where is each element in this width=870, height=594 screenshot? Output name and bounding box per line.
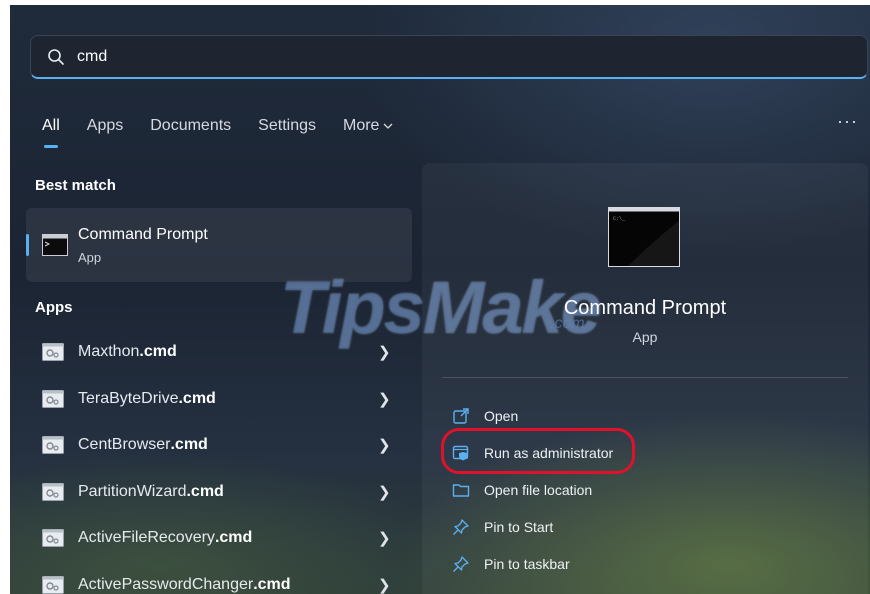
list-item[interactable]: PartitionWizard.cmd ❯: [26, 473, 412, 513]
list-item-extension: .cmd: [253, 575, 291, 593]
svg-text:C:\_: C:\_: [613, 216, 626, 222]
script-file-icon: [42, 343, 64, 361]
list-item-label: CentBrowser.cmd: [78, 436, 208, 454]
list-item-label: TeraByteDrive.cmd: [78, 390, 216, 408]
pin-icon: [453, 556, 469, 572]
detail-type: App: [632, 329, 658, 345]
list-item-name: TeraByteDrive: [78, 389, 179, 407]
search-input[interactable]: [75, 46, 779, 67]
tab-all[interactable]: All: [42, 117, 60, 148]
command-prompt-large-icon: C:\_: [608, 207, 680, 267]
list-item[interactable]: CentBrowser.cmd ❯: [26, 426, 412, 466]
highlight-circle: [441, 428, 635, 474]
list-item-label: ActivePasswordChanger.cmd: [78, 576, 291, 594]
action-pin-to-taskbar-label: Pin to taskbar: [484, 556, 570, 572]
action-pin-to-start[interactable]: Pin to Start: [452, 515, 553, 539]
search-icon: [48, 48, 64, 65]
apps-heading: Apps: [35, 299, 73, 316]
list-item-label: PartitionWizard.cmd: [78, 483, 224, 501]
chevron-down-icon: [383, 123, 393, 129]
more-options-button[interactable]: ···: [837, 111, 858, 132]
start-search-window: All Apps Documents Settings More ··· Bes…: [10, 5, 870, 594]
command-prompt-icon: [42, 234, 68, 256]
tab-more-label: More: [342, 117, 380, 134]
chevron-right-icon[interactable]: ❯: [378, 436, 391, 454]
action-open-file-location-label: Open file location: [484, 482, 593, 498]
script-file-icon: [42, 529, 64, 547]
list-item-label: Maxthon.cmd: [78, 343, 177, 361]
best-match-name: Command Prompt: [78, 226, 208, 243]
best-match-heading: Best match: [35, 177, 116, 194]
filter-tabs: All Apps Documents Settings More: [42, 111, 420, 148]
action-open-label: Open: [484, 408, 519, 424]
list-item[interactable]: ActiveFileRecovery.cmd ❯: [26, 519, 412, 559]
chevron-right-icon[interactable]: ❯: [378, 483, 391, 501]
action-open[interactable]: Open: [452, 404, 518, 428]
script-file-icon: [42, 575, 64, 594]
action-pin-to-taskbar[interactable]: Pin to taskbar: [452, 552, 570, 576]
selection-indicator: [26, 234, 29, 256]
list-item-extension: .cmd: [186, 482, 224, 500]
script-file-icon: [42, 389, 64, 408]
list-item-name: ActivePasswordChanger: [78, 575, 254, 593]
list-item-name: Maxthon: [78, 343, 140, 360]
open-icon: [453, 408, 469, 424]
chevron-right-icon[interactable]: ❯: [378, 390, 391, 408]
chevron-right-icon[interactable]: ❯: [378, 529, 391, 547]
tab-more[interactable]: More: [343, 117, 393, 135]
tab-apps[interactable]: Apps: [87, 117, 123, 135]
action-open-file-location[interactable]: Open file location: [452, 478, 592, 502]
best-match-type: App: [78, 250, 102, 265]
detail-pane: C:\_ Command Prompt App Open Run as admi…: [422, 163, 868, 594]
list-item[interactable]: ActivePasswordChanger.cmd ❯: [26, 566, 412, 594]
pin-icon: [453, 519, 469, 535]
script-file-icon: [42, 436, 64, 454]
list-item-label: ActiveFileRecovery.cmd: [78, 529, 252, 547]
chevron-right-icon[interactable]: ❯: [378, 576, 391, 594]
list-item-name: CentBrowser: [78, 436, 171, 453]
list-item-extension: .cmd: [139, 343, 177, 360]
action-pin-to-start-label: Pin to Start: [484, 519, 554, 535]
list-item[interactable]: TeraByteDrive.cmd ❯: [26, 380, 412, 420]
script-file-icon: [42, 482, 64, 501]
search-box[interactable]: [30, 35, 868, 79]
list-item-name: PartitionWizard: [78, 482, 187, 500]
tab-documents[interactable]: Documents: [150, 117, 231, 135]
detail-title: Command Prompt: [563, 297, 727, 319]
list-item-extension: .cmd: [178, 389, 216, 407]
tab-settings[interactable]: Settings: [258, 117, 316, 135]
list-item-extension: .cmd: [170, 436, 208, 453]
list-item-name: ActiveFileRecovery: [78, 529, 215, 546]
list-item-extension: .cmd: [214, 529, 253, 546]
folder-icon: [452, 484, 470, 497]
detail-divider: [442, 377, 848, 378]
